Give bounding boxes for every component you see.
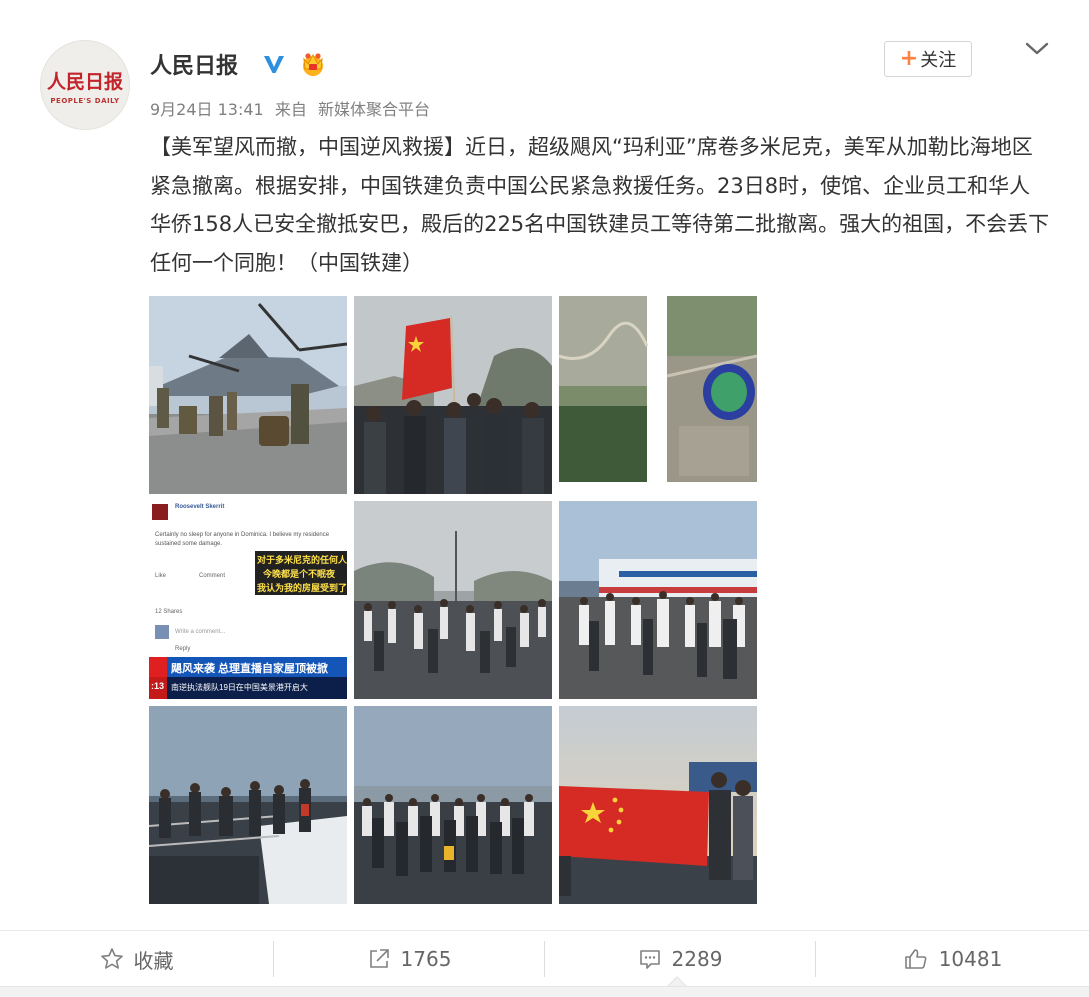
photo-9-image — [559, 706, 757, 904]
photo-1-image — [149, 296, 347, 494]
avatar[interactable]: 人民日报 PEOPLE'S DAILY — [40, 40, 130, 130]
photo-4-ticker-time: :13 — [151, 681, 165, 691]
photo-7-image — [149, 706, 347, 904]
follow-button[interactable]: + 关注 — [884, 41, 972, 77]
photo-6-image — [559, 501, 757, 699]
photo-5-image — [354, 501, 552, 699]
avatar-logo-subtitle: PEOPLE'S DAILY — [50, 97, 120, 105]
profile-thumb — [152, 504, 168, 520]
source-prefix: 来自 — [274, 100, 307, 119]
photo-7[interactable] — [149, 706, 347, 904]
photo-1[interactable] — [149, 296, 347, 494]
photo-4[interactable]: Roosevelt Skerrit Certainly no sleep for… — [149, 501, 347, 699]
photo-4-cn-caption-2: 今晚都是个不眠夜 — [263, 569, 336, 579]
favorite-label: 收藏 — [133, 948, 174, 973]
photo-4-image: Roosevelt Skerrit Certainly no sleep for… — [149, 501, 347, 699]
photo-4-ticker-headline: 飓风来袭 总理直播自家屋顶被掀 — [171, 663, 329, 675]
weibo-post-card: 人民日报 PEOPLE'S DAILY 人民日报 9月24日 13:41 来自 … — [0, 0, 1089, 997]
like-button[interactable]: 10481 — [816, 931, 1089, 987]
plus-icon: + — [899, 46, 919, 71]
post-text: 【美军望风而撤，中国逆风救援】近日，超级飓风“玛利亚”席卷多米尼克，美军从加勒比… — [150, 135, 1050, 275]
photo-9[interactable] — [559, 706, 757, 904]
photo-3-image — [559, 296, 757, 494]
photo-5[interactable] — [354, 501, 552, 699]
photo-4-cn-caption-1: 对于多米尼克的任何人来说 — [257, 555, 347, 565]
photo-2-image — [354, 296, 552, 494]
comment-count: 2289 — [671, 947, 723, 971]
photo-4-reply: Reply — [175, 646, 191, 652]
verified-v-icon — [264, 56, 284, 73]
photo-4-post-excerpt: Certainly no sleep for anyone in Dominic… — [155, 532, 330, 547]
post-date[interactable]: 9月24日 13:41 — [150, 100, 264, 119]
comment-bubble-icon — [639, 950, 660, 969]
photo-6[interactable] — [559, 501, 757, 699]
username[interactable]: 人民日报 — [150, 48, 238, 80]
photo-grid: Roosevelt Skerrit Certainly no sleep for… — [149, 296, 759, 908]
action-bar: 收藏 1765 2289 10481 — [0, 930, 1089, 986]
share-box-icon — [369, 949, 389, 968]
photo-4-profile-name: Roosevelt Skerrit — [175, 504, 225, 510]
photo-4-write-comment: Write a comment... — [175, 629, 226, 635]
photo-4-ticker-sub: 南逆执法舰队19日在中国美景港开启大 — [171, 683, 308, 692]
repost-count: 1765 — [400, 947, 452, 971]
photo-3[interactable] — [559, 296, 757, 494]
star-outline-icon — [100, 948, 123, 969]
member-crown-icon[interactable] — [298, 50, 328, 78]
photo-4-cn-caption-3: 我认为我的房屋受到了损 — [257, 583, 347, 593]
post-meta: 9月24日 13:41 来自 新媒体聚合平台 — [150, 96, 436, 120]
avatar-logo-text: 人民日报 — [46, 71, 123, 93]
favorite-button[interactable]: 收藏 — [0, 931, 273, 987]
chevron-down-icon[interactable] — [1024, 40, 1050, 58]
photo-4-shares: 12 Shares — [155, 609, 183, 615]
photo-4-like: Like — [155, 573, 167, 579]
photo-4-comment: Comment — [199, 573, 226, 579]
repost-button[interactable]: 1765 — [274, 931, 544, 987]
thumb-up-icon — [904, 949, 927, 969]
photo-8-image — [354, 706, 552, 904]
follow-label: 关注 — [920, 50, 957, 71]
photo-8[interactable] — [354, 706, 552, 904]
comment-area-top — [0, 986, 1089, 997]
post-source[interactable]: 新媒体聚合平台 — [318, 100, 430, 119]
photo-2[interactable] — [354, 296, 552, 494]
like-count: 10481 — [938, 947, 1003, 971]
